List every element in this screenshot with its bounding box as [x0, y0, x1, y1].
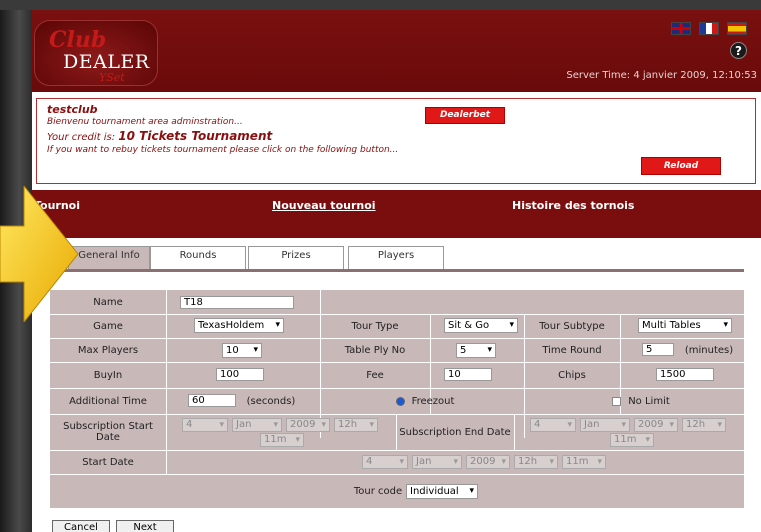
sub-end-minute-select[interactable]: 11m — [610, 433, 654, 447]
logo-dealer-text: DEALER — [63, 51, 150, 73]
freezout-label: Freezout — [411, 395, 455, 407]
additional-time-unit: (seconds) — [246, 395, 296, 407]
welcome-message: Bienvenu tournament area adminstration..… — [47, 117, 243, 127]
yellow-arrow-icon — [0, 186, 79, 322]
table-ply-label: Table Ply No — [344, 344, 406, 356]
sub-end-hour-select[interactable]: 12h — [682, 418, 726, 432]
tab-rounds[interactable]: Rounds — [150, 246, 246, 269]
club-dealer-logo[interactable]: Club DEALER YSet — [34, 20, 158, 86]
start-hour-select[interactable]: 12h — [514, 455, 558, 469]
tour-type-label: Tour Type — [351, 320, 399, 332]
logo-club-text: Club — [49, 27, 107, 53]
fee-label: Fee — [366, 369, 384, 381]
fee-input[interactable]: 10 — [444, 368, 492, 381]
next-button[interactable]: Next — [116, 520, 174, 532]
tab-general-info[interactable]: General Info — [68, 246, 150, 269]
start-minute-select[interactable]: 11m — [562, 455, 606, 469]
tour-type-select[interactable]: Sit & Go — [444, 318, 518, 333]
table-ply-select[interactable]: 5 — [456, 343, 496, 358]
credit-label: Your credit is: — [47, 132, 119, 143]
tour-subtype-select[interactable]: Multi Tables — [638, 318, 732, 333]
buyin-label: BuyIn — [93, 369, 123, 381]
max-players-label: Max Players — [77, 344, 139, 356]
general-info-form: Name T18 Game TexasHoldem Tour Type Sit … — [50, 290, 744, 508]
spain-flag-icon[interactable] — [727, 22, 747, 35]
time-round-unit: (minutes) — [684, 344, 734, 356]
start-date-label: Start Date — [82, 456, 134, 468]
game-select[interactable]: TexasHoldem — [194, 318, 284, 333]
start-year-select[interactable]: 2009 — [466, 455, 510, 469]
help-icon[interactable]: ? — [730, 42, 747, 59]
tour-subtype-label: Tour Subtype — [539, 320, 605, 332]
freezout-radio[interactable] — [396, 397, 405, 406]
sub-start-year-select[interactable]: 2009 — [286, 418, 330, 432]
grid-line — [514, 414, 515, 450]
sub-start-hour-select[interactable]: 12h — [334, 418, 378, 432]
sub-end-day-select[interactable]: 4 — [530, 418, 576, 432]
additional-time-label: Additional Time — [69, 395, 147, 407]
chips-input[interactable]: 1500 — [656, 368, 714, 381]
account-info-box: testclub Bienvenu tournament area admins… — [36, 98, 756, 184]
credit-value: 10 Tickets Tournament — [118, 129, 273, 143]
sub-end-year-select[interactable]: 2009 — [634, 418, 678, 432]
tab-players[interactable]: Players — [348, 246, 444, 269]
nav-nouveau-tournoi[interactable]: Nouveau tournoi — [272, 199, 376, 212]
subscription-start-label: Subscription Start Date — [63, 421, 153, 443]
sub-start-day-select[interactable]: 4 — [182, 418, 228, 432]
nav-histoire-tornois[interactable]: Histoire des tornois — [512, 199, 634, 212]
desktop-background-top — [0, 0, 761, 10]
tab-underline — [52, 269, 744, 272]
tour-code-select[interactable]: Individual — [406, 484, 478, 499]
subscription-end-label: Subscription End Date — [399, 426, 511, 438]
start-month-select[interactable]: Jan — [412, 455, 462, 469]
reload-button[interactable]: Reload — [641, 157, 721, 175]
server-time: Server Time: 4 janvier 2009, 12:10:53 — [566, 70, 757, 81]
max-players-select[interactable]: 10 — [222, 343, 262, 358]
club-name: testclub — [47, 103, 98, 116]
nav-bar: Tournoi Nouveau tournoi Histoire des tor… — [32, 190, 761, 238]
sub-end-month-select[interactable]: Jan — [580, 418, 630, 432]
sub-start-minute-select[interactable]: 11m — [260, 433, 304, 447]
uk-flag-icon[interactable] — [671, 22, 691, 35]
additional-time-input[interactable]: 60 — [188, 394, 236, 407]
grid-line — [166, 414, 167, 474]
tab-prizes[interactable]: Prizes — [248, 246, 344, 269]
logo-yset-text: YSet — [99, 71, 125, 84]
credit-line: Your credit is: 10 Tickets Tournament — [47, 129, 272, 143]
sub-start-month-select[interactable]: Jan — [232, 418, 282, 432]
time-round-label: Time Round — [542, 344, 602, 356]
app-frame: Club DEALER YSet ? Server Time: 4 janvie… — [32, 10, 761, 532]
dealerbet-button[interactable]: Dealerbet — [425, 107, 505, 124]
language-flags — [671, 22, 747, 35]
cancel-button[interactable]: Cancel — [52, 520, 110, 532]
tour-code-label: Tour code — [353, 485, 403, 497]
no-limit-checkbox[interactable] — [612, 397, 621, 406]
buyin-input[interactable]: 100 — [216, 368, 264, 381]
grid-line — [166, 290, 167, 414]
name-input[interactable]: T18 — [180, 296, 294, 309]
chips-label: Chips — [558, 369, 586, 381]
time-round-input[interactable]: 5 — [642, 343, 674, 356]
no-limit-label: No Limit — [628, 395, 670, 407]
france-flag-icon[interactable] — [699, 22, 719, 35]
start-day-select[interactable]: 4 — [362, 455, 408, 469]
header: Club DEALER YSet ? Server Time: 4 janvie… — [32, 10, 761, 92]
rebuy-message: If you want to rebuy tickets tournament … — [47, 145, 399, 155]
